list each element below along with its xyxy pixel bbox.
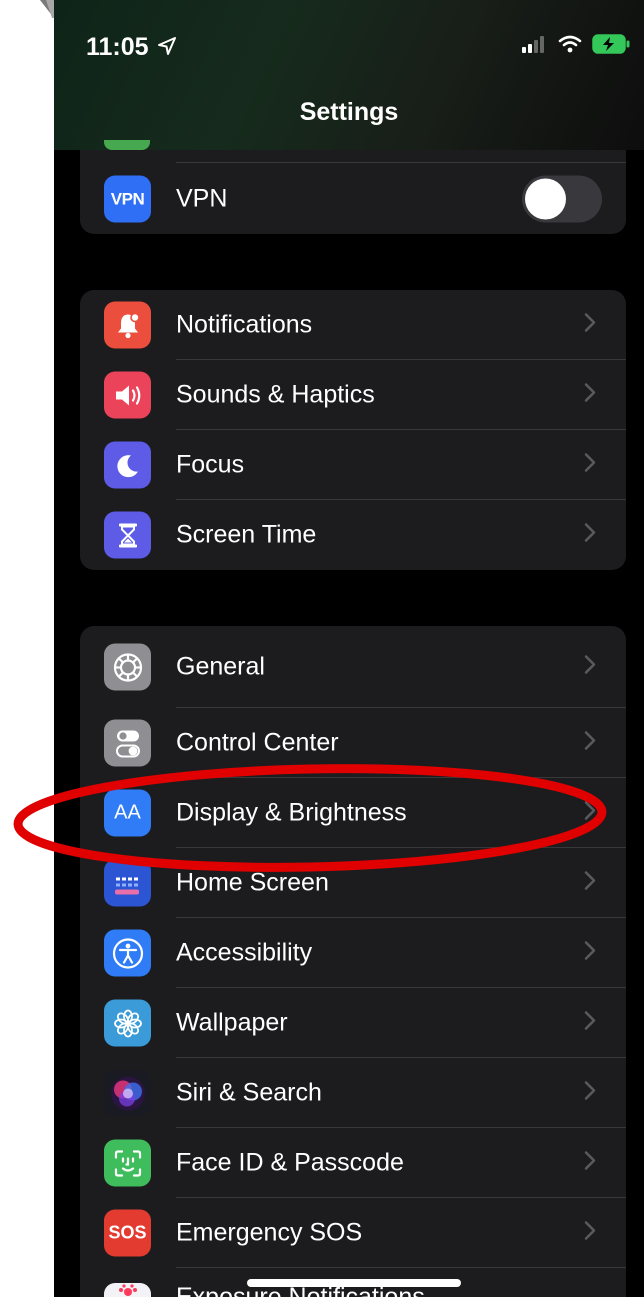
chevron-right-icon [584,313,596,338]
chevron-right-icon [584,871,596,896]
status-time: 11:05 [86,33,149,61]
row-label: Sounds & Haptics [176,380,375,409]
settings-row-accessibility[interactable]: Accessibility [80,918,626,988]
row-label: Wallpaper [176,1008,288,1037]
chevron-right-icon [584,655,596,680]
vpn-icon: VPN [104,175,151,223]
row-label: Siri & Search [176,1078,322,1107]
settings-row-notifications[interactable]: Notifications [80,290,626,360]
display-icon: AA [104,789,151,837]
settings-row-siri-search[interactable]: Siri & Search [80,1058,626,1128]
cellular-signal-icon [522,35,548,58]
row-separator [176,1267,626,1268]
chevron-right-icon [584,801,596,826]
row-label: Accessibility [176,938,313,967]
chevron-right-icon [584,1011,596,1036]
face-id-icon [104,1139,151,1187]
settings-group-attention: Notifications Sounds & Haptics Focus Scr… [80,290,626,570]
row-label: VPN [176,184,228,213]
row-label: Focus [176,450,245,479]
settings-row-home-screen[interactable]: Home Screen [80,848,626,918]
row-label: Face ID & Passcode [176,1148,404,1177]
settings-group-system: General Control Center AA Display & Brig… [80,626,626,1297]
gear-icon [104,643,151,691]
settings-row-face-id[interactable]: Face ID & Passcode [80,1128,626,1198]
row-label: Display & Brightness [176,798,407,827]
sos-icon: SOS [104,1209,151,1257]
settings-row-display-brightness[interactable]: AA Display & Brightness [80,778,626,848]
hourglass-icon [104,511,151,559]
row-separator [176,162,626,163]
settings-row-emergency-sos[interactable]: SOS Emergency SOS [80,1198,626,1268]
row-label: Screen Time [176,520,317,549]
speaker-icon [104,371,151,419]
chevron-right-icon [584,1151,596,1176]
siri-icon [104,1069,151,1117]
battery-charging-icon [592,34,630,59]
vpn-toggle[interactable] [522,175,602,223]
settings-row-vpn[interactable]: VPN VPN [80,164,626,234]
row-label: Emergency SOS [176,1218,363,1247]
settings-row-sounds-haptics[interactable]: Sounds & Haptics [80,360,626,430]
settings-row-control-center[interactable]: Control Center [80,708,626,778]
chevron-right-icon [584,1081,596,1106]
wifi-icon [558,35,582,58]
wallpaper-flower-icon [104,999,151,1047]
row-label: Home Screen [176,868,329,897]
row-label: General [176,652,265,681]
chevron-right-icon [584,1221,596,1246]
notifications-icon [104,301,151,349]
settings-row-screen-time[interactable]: Screen Time [80,500,626,570]
chevron-right-icon [584,453,596,478]
moon-icon [104,441,151,489]
toggle-knob [525,178,566,220]
chevron-right-icon [584,523,596,548]
accessibility-icon [104,929,151,977]
page-title: Settings [299,98,399,126]
location-arrow-icon [157,36,177,61]
row-label: Control Center [176,728,339,757]
settings-row-general[interactable]: General [80,626,626,708]
home-indicator[interactable] [247,1279,461,1287]
status-bar: 11:05 Settings [54,0,644,150]
toggles-icon [104,719,151,767]
chevron-right-icon [584,941,596,966]
row-label: Notifications [176,310,313,339]
phone-screen: 11:05 Settings VPN VPN Notifications Sou… [54,0,644,1297]
settings-row-wallpaper[interactable]: Wallpaper [80,988,626,1058]
scrolled-icon-sliver [104,140,150,150]
settings-group-network: VPN VPN [80,150,626,234]
settings-row-focus[interactable]: Focus [80,430,626,500]
chevron-right-icon [584,383,596,408]
home-screen-icon [104,859,151,907]
chevron-right-icon [584,731,596,756]
exposure-notifications-icon [104,1283,151,1297]
